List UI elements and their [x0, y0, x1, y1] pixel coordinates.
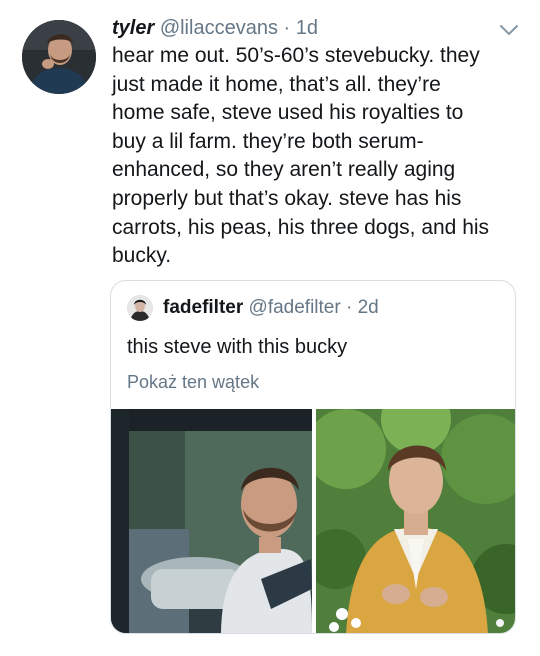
tweet-text-line: enhanced, so they aren’t really aging — [112, 158, 456, 182]
display-name[interactable]: tyler — [112, 17, 154, 39]
tweet-text-line: home safe, steve used his royalties to — [112, 101, 464, 125]
tweet-text-line: just made it home, that’s all. they’re — [112, 72, 441, 96]
handle[interactable]: @lilaccevans — [160, 17, 278, 39]
quoted-timestamp[interactable]: 2d — [358, 297, 379, 318]
bucky-photo — [316, 409, 515, 633]
tweet-text-line: buy a lil farm. they’re both serum- — [112, 129, 424, 153]
quoted-avatar[interactable] — [127, 295, 153, 321]
time-separator: · — [283, 17, 291, 39]
tweet-text-line: carrots, his peas, his three dogs, and h… — [112, 215, 490, 239]
quoted-display-name[interactable]: fadefilter — [163, 297, 243, 318]
tweet-text-line: bucky. — [112, 244, 172, 268]
quoted-handle[interactable]: @fadefilter — [249, 297, 341, 318]
chevron-down-icon[interactable] — [498, 22, 520, 38]
quoted-text: this steve with this bucky — [127, 336, 348, 358]
timestamp[interactable]: 1d — [296, 17, 318, 39]
avatar-photo — [22, 20, 96, 94]
tweet-text-line: properly but that’s okay. steve has his — [112, 186, 462, 210]
quoted-avatar-photo — [127, 295, 153, 321]
tweet-text-line: hear me out. 50’s-60’s stevebucky. they — [112, 44, 480, 67]
tweet-text: hear me out. 50’s-60’s stevebucky. they … — [112, 42, 522, 271]
steve-photo — [111, 409, 312, 633]
avatar[interactable] — [22, 20, 96, 94]
quoted-tweet[interactable]: fadefilter @fadefilter · 2d this steve w… — [110, 280, 516, 634]
tweet-header: tyler @lilaccevans · 1d — [112, 15, 318, 41]
media-photo-right[interactable] — [316, 409, 515, 633]
quoted-header: fadefilter @fadefilter · 2d — [163, 295, 379, 321]
quoted-time-separator: · — [345, 297, 353, 318]
show-thread-link[interactable]: Pokaż ten wątek — [127, 369, 259, 395]
media-photo-left[interactable] — [111, 409, 312, 633]
